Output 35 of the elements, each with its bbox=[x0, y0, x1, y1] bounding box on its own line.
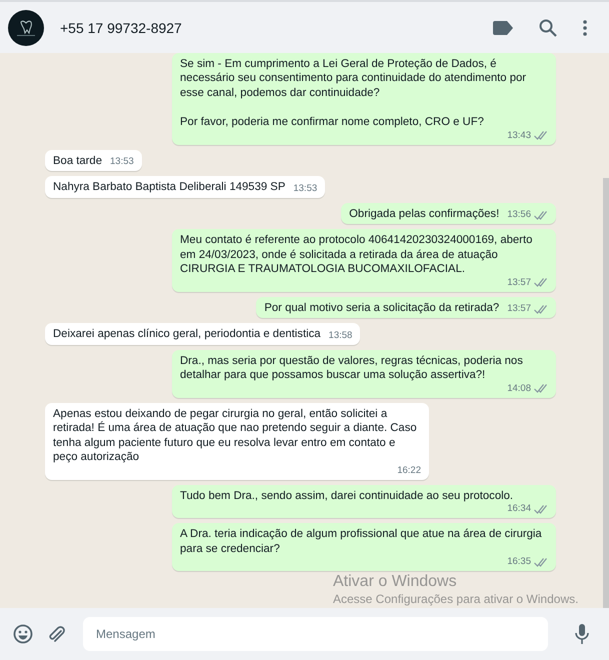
contact-name: +55 17 99732-8927 bbox=[60, 20, 183, 36]
message-text: Tudo bem Dra., sendo assim, darei continuidade ao seu protocolo. bbox=[180, 490, 514, 502]
scrollbar[interactable] bbox=[603, 178, 609, 608]
message-time: 13:56 bbox=[507, 209, 531, 221]
message-time: 13:53 bbox=[293, 182, 318, 194]
message-text: Boa tarde bbox=[53, 154, 102, 166]
avatar-icon[interactable] bbox=[8, 10, 44, 46]
search-icon[interactable] bbox=[539, 18, 557, 36]
activation-text: Acesse Configurações para ativar o Windows. bbox=[333, 591, 578, 607]
message-text: Por favor, poderia me confirmar nome completo, CRO e UF? bbox=[180, 116, 484, 128]
label-icon[interactable] bbox=[493, 20, 513, 34]
message-text: Por qual motivo seria a solicitação da retirada? bbox=[264, 302, 500, 314]
emoji-icon[interactable] bbox=[13, 624, 33, 644]
message-time: 16:35 bbox=[507, 556, 531, 568]
message-time: 13:58 bbox=[328, 330, 352, 342]
message-text: Meu contato é referente ao protocolo 40641420230324000169, aberto em 24/03/2023, onde é solicitada a retirada da área de atuação CIRURGIA E TRAUMATOLOGIA BUCOMAXILOFACIAL. bbox=[180, 234, 532, 275]
message-text: Nahyra Barbato Baptista Deliberali 149539 SP bbox=[53, 181, 286, 193]
microphone-icon[interactable] bbox=[575, 624, 589, 644]
message-text: Se sim - Em cumprimento a Lei Geral de Proteção de Dados, é necessário seu consentimento para continuidade do atendimento por esse canal, podemos dar continuidade? bbox=[180, 58, 526, 98]
message-time: 13:57 bbox=[507, 276, 531, 288]
menu-icon[interactable] bbox=[583, 20, 587, 36]
message-text: A Dra. teria indicação de algum profissional que atue na área de cirurgia para se credenciar? bbox=[180, 528, 542, 554]
activation-title: Ativar o Windows bbox=[333, 572, 457, 591]
message-text: Dra., mas seria por questão de valores, regras técnicas, poderia nos detalhar para que possamos buscar uma solução assertiva?! bbox=[180, 354, 523, 381]
paperclip-icon[interactable] bbox=[47, 624, 65, 644]
message-text: Apenas estou deixando de pegar cirurgia no geral, então solicitei a retirada! É uma área de atuação que nao pretendo seguir a diante. Caso tenha algum paciente futuro que eu resolva levar entro em contato e peço autorização bbox=[53, 408, 417, 463]
message-input[interactable]: Mensagem bbox=[83, 617, 548, 651]
message-time: 13:57 bbox=[507, 303, 531, 315]
message-text: Deixarei apenas clínico geral, periodontia e dentistica bbox=[53, 328, 321, 340]
message-time: 13:43 bbox=[507, 130, 531, 142]
message-time: 16:34 bbox=[507, 503, 531, 515]
message-time: 16:22 bbox=[397, 464, 421, 476]
message-text: Obrigada pelas confirmações! bbox=[349, 208, 500, 220]
message-time: 14:08 bbox=[507, 382, 531, 394]
message-time: 13:53 bbox=[110, 156, 134, 168]
